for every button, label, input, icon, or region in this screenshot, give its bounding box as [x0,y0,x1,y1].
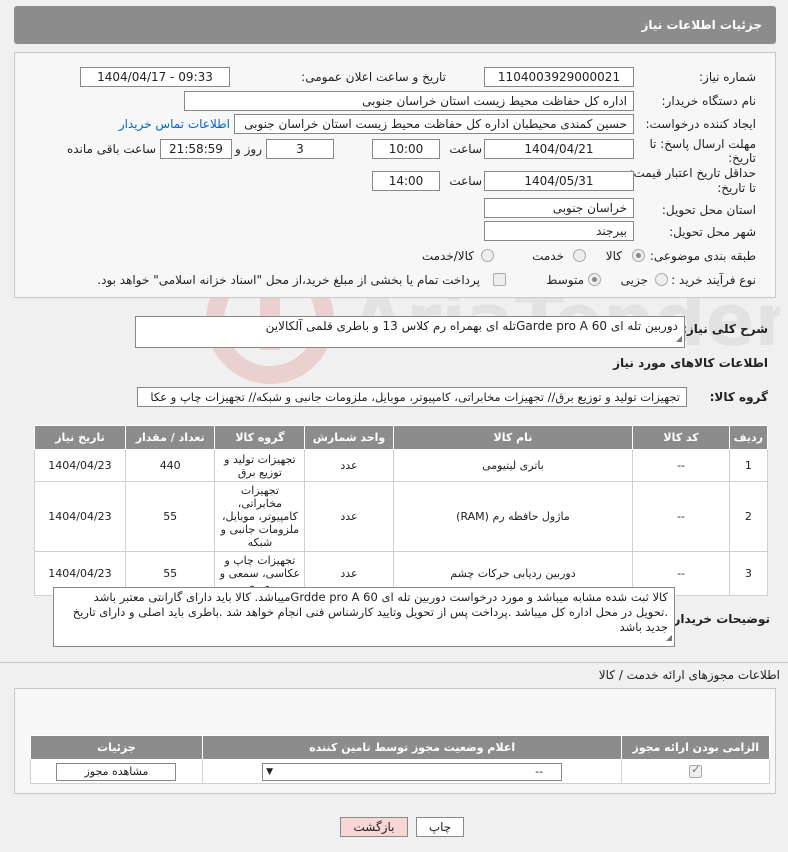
goods-col-name: نام کالا [392,425,634,450]
permits-table: الزامی بودن ارائه مجوز اعلام وضعیت مجوز … [30,735,770,784]
permit-required-cell [621,759,770,784]
permit-status-cell: -- ▼ [201,759,623,784]
chevron-down-icon: ▼ [266,766,274,777]
view-permit-button[interactable]: مشاهده مجوز [56,762,177,781]
creator-label: ایجاد کننده درخواست: [645,117,756,131]
buyer-org-field: اداره کل حفاظت محیط زیست استان خراسان جن… [184,91,634,111]
cell-unit: عدد [304,449,394,482]
goods-col-unit: واحد شمارش [304,425,394,450]
process-label: نوع فرآیند خرید : [671,273,756,287]
table-row: 1 -- باتری لیتیومی عدد تجهیزات تولید و ت… [34,449,769,482]
permits-col-status: اعلام وضعیت مجوز توسط تامین کننده [201,735,623,760]
permits-col-required: الزامی بودن ارائه مجوز [621,735,770,760]
cell-qty: 55 [124,481,216,552]
process-minor-label: جزیی [620,273,648,287]
page-header: جزئیات اطلاعات نیاز [14,6,776,44]
permit-status-value: -- [535,764,544,778]
category-goods-service-radio[interactable] [481,249,494,262]
goods-col-row: ردیف [728,425,769,450]
print-button[interactable]: چاپ [416,817,464,837]
announce-label: تاریخ و ساعت اعلان عمومی: [301,70,446,84]
goods-section-title: اطلاعات کالاهای مورد نیاز [613,356,768,370]
table-row: -- ▼ مشاهده مجوز [30,759,770,784]
summary-textarea[interactable]: دوربین تله ای Garde pro A 60تله ای بهمرا… [135,316,685,348]
city-field: بیرجند [484,221,634,241]
remaining-label: ساعت باقی مانده [66,142,156,156]
back-button[interactable]: بازگشت [340,817,408,837]
category-goods-radio[interactable] [632,249,645,262]
goods-group-field: تجهیزات تولید و توزیع برق// تجهیزات مخاب… [137,387,687,407]
process-medium-radio[interactable] [588,273,601,286]
resize-handle-icon[interactable]: ◢ [676,331,682,346]
deadline-time-label: ساعت [449,142,482,156]
cell-date: 1404/04/23 [34,449,126,482]
permit-details-cell: مشاهده مجوز [30,759,203,784]
deadline-label-date: تاریخ: [728,151,756,165]
summary-label: شرح کلی نیاز: [682,322,768,336]
cell-name: ماژول حافظه رم (RAM) [392,481,634,552]
cell-name: باتری لیتیومی [392,449,634,482]
category-label: طبقه بندی موضوعی: [649,249,756,263]
validity-date-field: 1404/05/31 [484,171,634,191]
permit-required-checkbox[interactable] [689,763,703,779]
deadline-time-field: 10:00 [372,139,440,159]
validity-label-date: تا تاریخ: [717,181,756,195]
goods-table: ردیف کد کالا نام کالا واحد شمارش گروه کا… [34,425,769,596]
cell-row: 2 [728,481,769,552]
city-label: شهر محل تحویل: [669,225,756,239]
buyer-notes-textarea[interactable]: کالا ثبت شده مشابه میباشد و مورد درخواست… [53,587,675,647]
category-goods-label: کالا [605,249,622,263]
goods-col-date: تاریخ نیاز [34,425,126,450]
permits-col-details: جزئیات [30,735,203,760]
permit-status-select[interactable]: -- ▼ [262,762,563,781]
cell-row: 1 [728,449,769,482]
remaining-time-field: 21:58:59 [160,139,232,159]
goods-col-group: گروه کالا [214,425,306,450]
goods-group-label: گروه کالا: [709,390,768,404]
contact-buyer-link[interactable]: اطلاعات تماس خریدار [119,117,230,131]
validity-label: حداقل تاریخ اعتبار قیمت: [629,166,756,180]
announce-field: 1404/04/17 - 09:33 [80,67,230,87]
goods-col-code: کد کالا [632,425,730,450]
cell-code: -- [632,481,730,552]
deadline-label: مهلت ارسال پاسخ: تا [649,137,756,151]
cell-row: 3 [728,551,769,596]
cell-unit: عدد [304,481,394,552]
buyer-notes-text: کالا ثبت شده مشابه میباشد و مورد درخواست… [72,590,668,634]
buyer-notes-label: توضیحات خریدار: [668,612,770,626]
need-number-label: شماره نیاز: [699,70,756,84]
validity-time-label: ساعت [449,174,482,188]
summary-text: دوربین تله ای Garde pro A 60تله ای بهمرا… [265,319,678,333]
cell-group: تجهیزات تولید و توزیع برق [214,449,306,482]
category-service-radio[interactable] [573,249,586,262]
permits-title: اطلاعات مجوزهای ارائه خدمت / کالا [598,668,780,682]
page-title: جزئیات اطلاعات نیاز [641,18,762,32]
creator-field: حسین کمندی محیطبان اداره کل حفاظت محیط ز… [234,114,634,134]
goods-col-qty: تعداد / مقدار [124,425,216,450]
days-remaining-field: 3 [266,139,334,159]
category-goods-service-label: کالا/خدمت [421,249,474,263]
divider [0,662,788,663]
treasury-payment-checkbox[interactable] [493,273,506,286]
process-minor-radio[interactable] [655,273,668,286]
need-number-field: 1104003929000021 [484,67,634,87]
days-label: روز و [235,142,262,156]
cell-code: -- [632,449,730,482]
province-label: استان محل تحویل: [661,203,756,217]
validity-time-field: 14:00 [372,171,440,191]
category-service-label: خدمت [532,249,564,263]
cell-qty: 440 [124,449,216,482]
process-note: پرداخت تمام یا بخشی از مبلغ خرید،از محل … [97,273,480,287]
cell-date: 1404/04/23 [34,481,126,552]
cell-group: تجهیزات مخابراتی، کامپیوتر، موبایل، ملزو… [214,481,306,552]
process-medium-label: متوسط [546,273,584,287]
table-row: 2 -- ماژول حافظه رم (RAM) عدد تجهیزات مخ… [34,481,769,552]
resize-handle-icon[interactable]: ◢ [666,630,672,645]
deadline-date-field: 1404/04/21 [484,139,634,159]
province-field: خراسان جنوبی [484,198,634,218]
buyer-org-label: نام دستگاه خریدار: [661,94,757,108]
